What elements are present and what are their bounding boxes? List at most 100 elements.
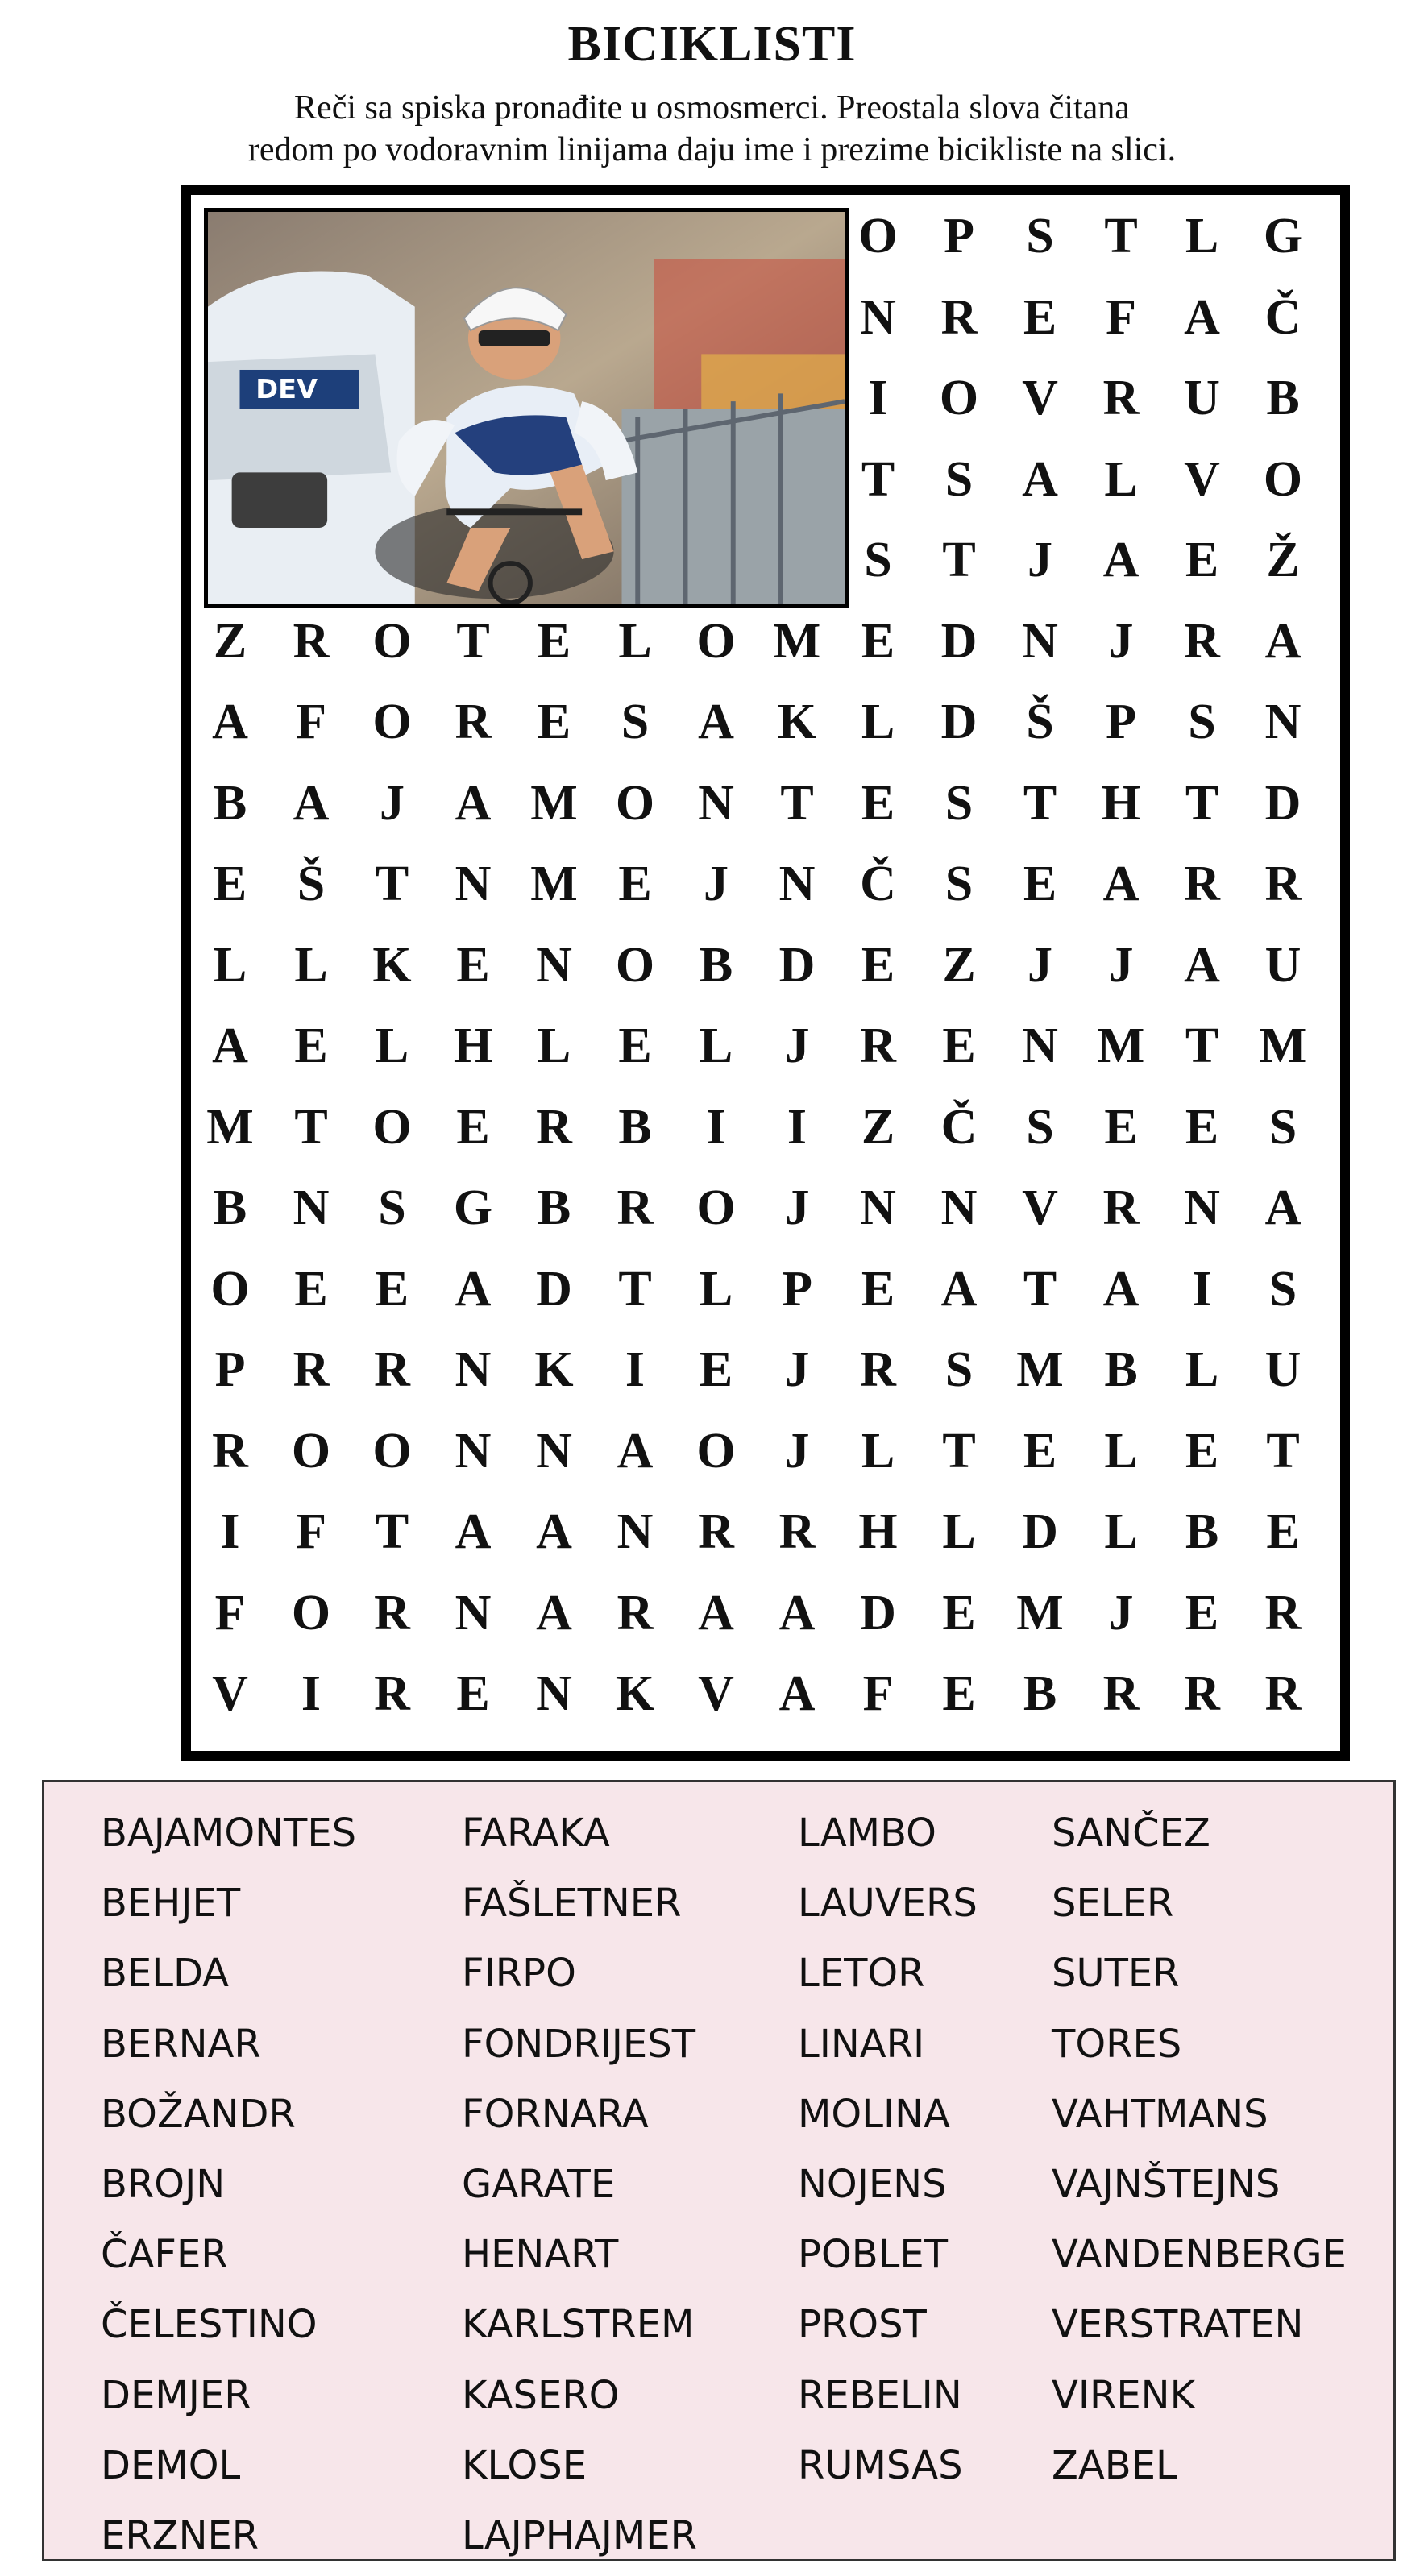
list-item: HENART xyxy=(462,2232,619,2278)
grid-cell: O xyxy=(696,1180,736,1235)
grid-cell: T xyxy=(1185,1018,1219,1073)
grid-cell: O xyxy=(372,1423,412,1479)
list-item: BOŽANDR xyxy=(101,2091,296,2137)
grid-cell: N xyxy=(940,1180,978,1235)
grid-cell: R xyxy=(1184,1666,1220,1721)
letter-grid: OPSTLGNREFAČIOVRUBTSALVOSTJAEŽZROTELOMED… xyxy=(191,195,1340,1751)
word-list: BAJAMONTES BEHJET BELDA BERNAR BOŽANDR BROJN Č… xyxy=(42,1780,1396,2561)
grid-cell: N xyxy=(536,1423,572,1479)
list-item: ZABEL xyxy=(1052,2442,1177,2488)
grid-cell: T xyxy=(942,533,976,587)
grid-cell: I xyxy=(220,1504,240,1559)
list-item: VANDENBERGE xyxy=(1052,2232,1347,2278)
word-column-3: LAMBO LAUVERS LETOR LINARI MOLINA NOJENS POBLE… xyxy=(798,1798,978,2501)
grid-cell: A xyxy=(212,695,248,749)
grid-cell: R xyxy=(536,1099,572,1155)
list-item: LETOR xyxy=(798,1951,925,1997)
grid-cell: N xyxy=(293,1180,330,1235)
list-item: NOJENS xyxy=(798,2161,947,2207)
grid-cell: V xyxy=(698,1666,734,1721)
list-item: BAJAMONTES xyxy=(101,1811,357,1856)
grid-cell: B xyxy=(213,775,247,831)
grid-cell: T xyxy=(861,451,895,507)
grid-cell: G xyxy=(453,1180,493,1235)
grid-cell: M xyxy=(530,857,578,911)
grid-cell: E xyxy=(699,1342,733,1397)
grid-cell: N xyxy=(536,1666,572,1721)
grid-cell: N xyxy=(1022,613,1058,669)
grid-cell: D xyxy=(778,937,816,993)
grid-cell: Š xyxy=(1026,695,1054,749)
grid-cell: B xyxy=(1266,371,1300,425)
grid-cell: B xyxy=(213,1180,247,1235)
list-item: FONDRIJEST xyxy=(462,2021,696,2067)
grid-cell: B xyxy=(537,1180,571,1235)
grid-cell: E xyxy=(942,1666,976,1721)
word-column-4: SANČEZ SELER SUTER TORES VAHTMANS VAJNŠTEJNS V… xyxy=(1052,1798,1347,2501)
grid-cell: E xyxy=(294,1018,328,1073)
grid-cell: E xyxy=(942,1018,976,1073)
grid-cell: E xyxy=(618,1018,652,1073)
grid-cell: U xyxy=(1264,937,1302,993)
grid-cell: S xyxy=(944,1342,974,1397)
word-search-puzzle: DEV OPSTLGNREFAČIOVRUBTSALVOSTJAEŽZROTEL… xyxy=(181,185,1350,1761)
grid-cell: A xyxy=(1102,533,1140,587)
grid-cell: D xyxy=(536,1261,572,1317)
list-item: KARLSTREM xyxy=(462,2302,695,2348)
grid-cell: M xyxy=(773,613,821,669)
grid-cell: I xyxy=(625,1342,646,1397)
grid-cell: Š xyxy=(297,857,326,911)
grid-cell: K xyxy=(615,1666,655,1721)
list-item: FARAKA xyxy=(462,1811,610,1856)
grid-cell: A xyxy=(778,1585,816,1641)
list-item: ČAFER xyxy=(101,2232,228,2278)
grid-cell: A xyxy=(455,1261,492,1317)
grid-cell: J xyxy=(784,1180,810,1235)
grid-cell: R xyxy=(1184,613,1220,669)
grid-cell: O xyxy=(615,775,655,831)
grid-cell: E xyxy=(375,1261,409,1317)
grid-cell: V xyxy=(1184,451,1220,507)
grid-cell: Č xyxy=(940,1099,978,1155)
grid-cell: Č xyxy=(1264,289,1302,345)
grid-cell: Z xyxy=(861,1099,895,1155)
list-item: LAJPHAJMER xyxy=(462,2512,697,2558)
grid-cell: A xyxy=(1022,451,1058,507)
grid-cell: V xyxy=(212,1666,248,1721)
grid-cell: O xyxy=(372,1099,412,1155)
grid-cell: R xyxy=(617,1585,654,1641)
grid-cell: F xyxy=(862,1666,894,1721)
grid-cell: R xyxy=(698,1504,734,1559)
grid-cell: D xyxy=(940,613,978,669)
grid-cell: L xyxy=(861,1423,895,1479)
grid-cell: N xyxy=(536,937,572,993)
grid-cell: S xyxy=(378,1180,406,1235)
grid-cell: L xyxy=(537,1018,571,1073)
grid-cell: L xyxy=(1104,1504,1138,1559)
page-title: BICIKLISTI xyxy=(567,17,857,72)
list-item: MOLINA xyxy=(798,2091,950,2137)
grid-cell: J xyxy=(1108,937,1134,993)
grid-cell: E xyxy=(213,857,247,911)
grid-cell: R xyxy=(1102,1180,1140,1235)
grid-cell: O xyxy=(939,371,979,425)
grid-cell: T xyxy=(1104,209,1138,263)
grid-cell: E xyxy=(1185,533,1219,587)
grid-cell: E xyxy=(1023,289,1057,345)
list-item: KLOSE xyxy=(462,2442,587,2488)
grid-cell: A xyxy=(536,1504,572,1559)
grid-cell: R xyxy=(455,695,492,749)
grid-cell: S xyxy=(944,857,974,911)
list-item: FAŠLETNER xyxy=(462,1881,682,1927)
grid-cell: R xyxy=(1264,857,1302,911)
grid-cell: L xyxy=(699,1018,733,1073)
grid-cell: I xyxy=(1192,1261,1212,1317)
grid-cell: B xyxy=(1185,1504,1219,1559)
grid-cell: D xyxy=(1022,1504,1058,1559)
grid-cell: L xyxy=(618,613,652,669)
grid-cell: T xyxy=(942,1423,976,1479)
grid-cell: N xyxy=(860,289,896,345)
grid-cell: L xyxy=(294,937,328,993)
grid-cell: J xyxy=(1028,533,1052,587)
grid-cell: A xyxy=(940,1261,978,1317)
